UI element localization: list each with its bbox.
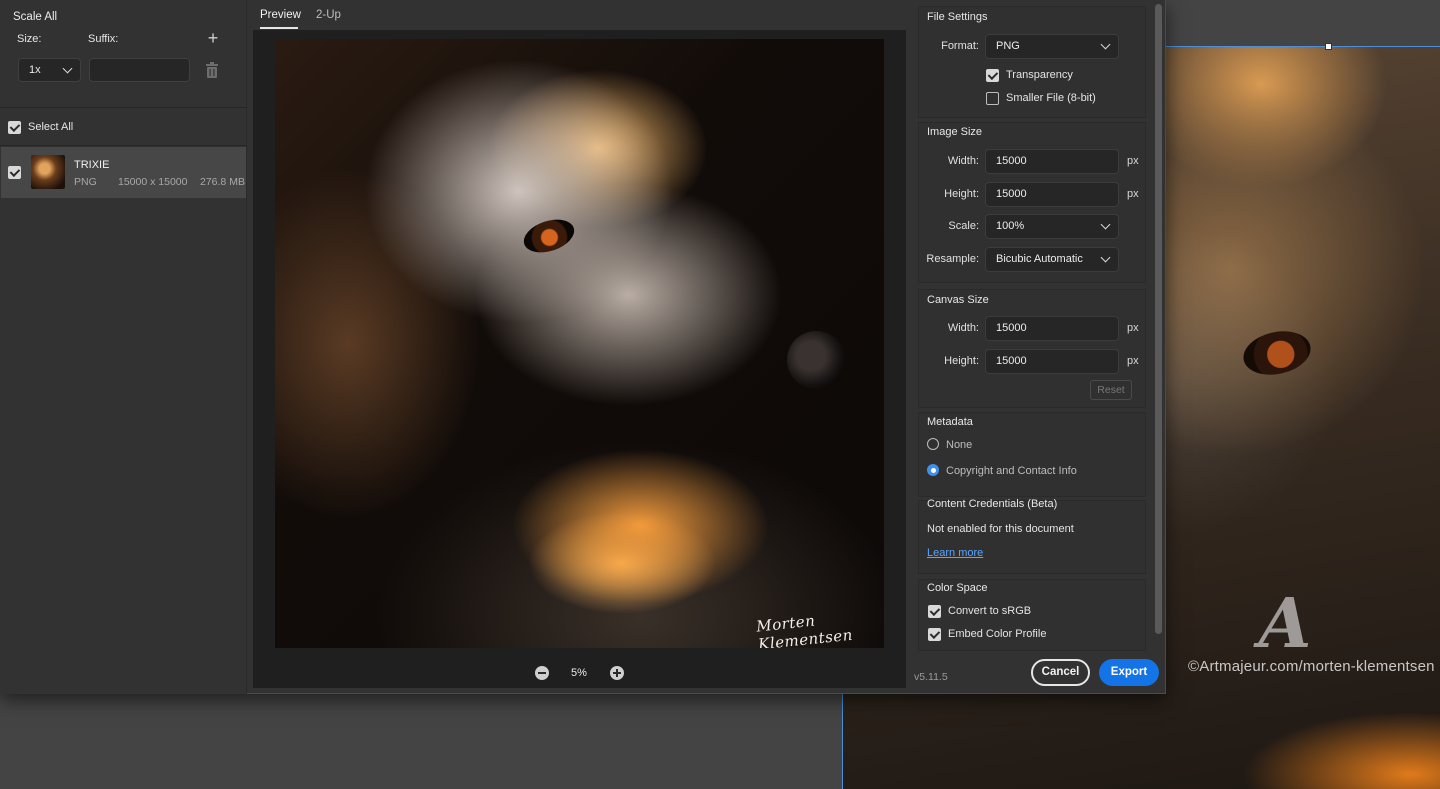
canvas-width-label: Width: [947, 322, 979, 334]
resample-value: Bicubic Automatic [996, 253, 1083, 265]
scale-percent-value: 100% [996, 220, 1025, 232]
chevron-down-icon [1100, 252, 1111, 263]
content-credentials-title: Content Credentials (Beta) [927, 498, 1058, 510]
image-height-label: Height: [944, 188, 979, 200]
file-settings-title: File Settings [927, 11, 988, 23]
asset-checkbox[interactable] [8, 166, 21, 179]
format-select[interactable]: PNG [985, 34, 1119, 59]
asset-name: TRIXIE [74, 159, 110, 171]
canvas-width-unit: px [1127, 322, 1139, 334]
transparency-label: Transparency [1006, 69, 1073, 81]
size-label: Size: [17, 33, 42, 45]
scale-select[interactable]: 1x [18, 58, 81, 82]
image-size-title: Image Size [927, 126, 983, 138]
format-label: Format: [941, 40, 979, 52]
convert-srgb-label: Convert to sRGB [948, 605, 1032, 617]
select-all-checkbox[interactable] [8, 121, 21, 134]
convert-srgb-checkbox[interactable] [928, 605, 941, 618]
chevron-down-icon [1100, 39, 1111, 50]
preview-image: Morten Klementsen [275, 39, 884, 648]
transform-handle[interactable] [1325, 43, 1332, 50]
tab-preview[interactable]: Preview [260, 9, 301, 21]
metadata-copyright-label: Copyright and Contact Info [946, 465, 1077, 477]
content-credentials-section [918, 500, 1146, 574]
artwork-nose [777, 321, 855, 399]
learn-more-link[interactable]: Learn more [927, 547, 983, 559]
watermark-logo: A [1258, 584, 1312, 664]
canvas-width-input[interactable]: 15000 [985, 316, 1119, 341]
watermark-text: ©Artmajeur.com/morten-klementsen [1188, 658, 1435, 675]
content-credentials-status: Not enabled for this document [927, 523, 1074, 535]
export-button[interactable]: Export [1099, 659, 1159, 686]
smaller-file-label: Smaller File (8-bit) [1006, 92, 1096, 104]
select-all-label: Select All [28, 121, 74, 133]
format-value: PNG [996, 40, 1020, 52]
canvas-height-unit: px [1127, 355, 1139, 367]
select-all-divider [0, 145, 247, 146]
embed-profile-label: Embed Color Profile [948, 628, 1047, 640]
scale-label: Scale: [948, 220, 979, 232]
metadata-none-radio[interactable] [927, 438, 939, 450]
asset-filesize: 276.8 MB [200, 176, 245, 188]
embed-profile-checkbox[interactable] [928, 628, 941, 641]
canvas-size-title: Canvas Size [927, 294, 989, 306]
metadata-title: Metadata [927, 416, 973, 428]
zoom-out-icon[interactable] [535, 666, 549, 680]
image-height-unit: px [1127, 188, 1139, 200]
cancel-button[interactable]: Cancel [1031, 659, 1090, 686]
artwork-eye [519, 213, 579, 259]
resample-select[interactable]: Bicubic Automatic [985, 247, 1119, 272]
trash-icon[interactable] [205, 62, 219, 78]
smaller-file-checkbox[interactable] [986, 92, 999, 105]
metadata-copyright-radio[interactable] [927, 464, 939, 476]
asset-dimensions: 15000 x 15000 [118, 176, 188, 188]
zoom-level: 5% [571, 667, 587, 679]
resample-label: Resample: [926, 253, 979, 265]
artist-signature: Morten Klementsen [755, 611, 854, 648]
scale-select-value: 1x [29, 64, 41, 76]
preview-tabs [253, 0, 906, 30]
version-label: v5.11.5 [914, 671, 948, 683]
settings-scrollbar[interactable] [1155, 4, 1162, 634]
reset-button[interactable]: Reset [1090, 380, 1132, 400]
canvas-height-label: Height: [944, 355, 979, 367]
canvas-artwork-eye [1239, 325, 1315, 381]
asset-row-trixie[interactable]: TRIXIE PNG 15000 x 15000 276.8 MB [1, 147, 246, 198]
color-space-title: Color Space [927, 582, 988, 594]
image-width-label: Width: [947, 155, 979, 167]
metadata-none-label: None [946, 439, 973, 451]
transparency-checkbox[interactable] [986, 69, 999, 82]
tab-2-up[interactable]: 2-Up [316, 9, 341, 21]
scale-all-title: Scale All [13, 11, 58, 23]
chevron-down-icon [62, 63, 73, 74]
left-divider [0, 107, 247, 108]
image-height-input[interactable]: 15000 [985, 182, 1119, 207]
chevron-down-icon [1100, 219, 1111, 230]
asset-format: PNG [74, 176, 97, 188]
scale-percent-select[interactable]: 100% [985, 214, 1119, 239]
active-tab-indicator [260, 27, 298, 29]
add-scale-plus-icon[interactable]: + [204, 29, 222, 48]
asset-pane [0, 0, 247, 694]
image-width-unit: px [1127, 155, 1139, 167]
suffix-input[interactable] [89, 58, 190, 82]
suffix-label: Suffix: [88, 33, 119, 45]
image-width-input[interactable]: 15000 [985, 149, 1119, 174]
zoom-in-icon[interactable] [610, 666, 624, 680]
asset-thumbnail [31, 155, 65, 189]
canvas-height-input[interactable]: 15000 [985, 349, 1119, 374]
